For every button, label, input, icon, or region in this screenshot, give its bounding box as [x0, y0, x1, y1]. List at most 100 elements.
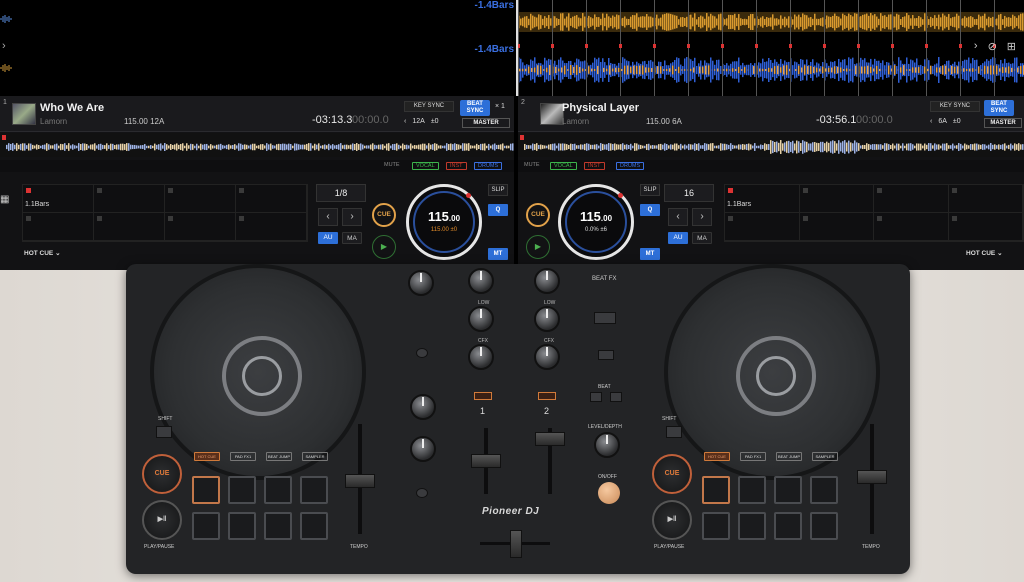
pad-mode-sampler-right[interactable]: SAMPLER	[812, 452, 838, 461]
channel-1-fader[interactable]	[471, 454, 501, 468]
jog-wheel-display[interactable]: 115.00 0.0% ±6	[558, 184, 634, 260]
pad-mode-select[interactable]: HOT CUE ⌄	[24, 249, 61, 257]
grid-layout-icon[interactable]: ▦	[0, 194, 9, 205]
perf-pad-left-1[interactable]	[192, 476, 220, 504]
quantize-button[interactable]: Q	[488, 204, 508, 216]
shift-button-left[interactable]	[156, 426, 172, 438]
stem-drums-button[interactable]: DRUMS	[474, 162, 503, 170]
perf-pad-left-5[interactable]	[192, 512, 220, 540]
fx-channel-select[interactable]	[594, 312, 616, 324]
link-icon[interactable]: ⊘	[988, 40, 997, 53]
master-level-knob[interactable]	[410, 394, 436, 420]
pad-mode-select[interactable]: HOT CUE ⌄	[966, 249, 1003, 257]
beat-sync-button[interactable]: BEAT SYNC	[984, 100, 1014, 116]
perf-pad-right-1[interactable]	[702, 476, 730, 504]
hot-cue-pad-e[interactable]	[23, 213, 94, 241]
browse-button[interactable]	[416, 348, 428, 358]
cfx-knob-2[interactable]	[534, 344, 560, 370]
master-tempo-button[interactable]: MT	[488, 248, 508, 260]
hot-cue-pad-d[interactable]	[948, 185, 1023, 213]
manual-button[interactable]: MA	[692, 232, 712, 244]
cue-button-right[interactable]: CUE	[652, 454, 692, 494]
deck2-zoom-waveform[interactable]: › ⊘ ⊞	[516, 0, 1024, 96]
slip-button[interactable]: SLIP	[488, 184, 508, 196]
pad-mode-hot-cue-right[interactable]: HOT CUE	[704, 452, 730, 461]
beat-jump-back-button[interactable]: ‹	[318, 208, 338, 226]
fx-select-button[interactable]	[598, 350, 614, 360]
pad-mode-pad-fx-left[interactable]: PAD FX1	[230, 452, 256, 461]
play-pause-button-left[interactable]: ▶‖	[142, 500, 182, 540]
hot-cue-pad-e[interactable]	[725, 213, 800, 241]
jog-wheel-display[interactable]: 115.00 115.00 ±0	[406, 184, 482, 260]
crossfader[interactable]	[510, 530, 522, 558]
pad-mode-hot-cue-left[interactable]: HOT CUE	[194, 452, 220, 461]
hot-cue-pad-g[interactable]	[874, 213, 949, 241]
beat-jump-size[interactable]: 16	[664, 184, 714, 202]
remaining-time[interactable]: -03:13.3	[312, 114, 352, 126]
cue-button[interactable]: CUE	[526, 203, 550, 227]
perf-pad-left-4[interactable]	[300, 476, 328, 504]
master-cue-button[interactable]	[416, 488, 428, 498]
perf-pad-left-6[interactable]	[228, 512, 256, 540]
master-button[interactable]: MASTER	[462, 118, 510, 128]
headphone-cue-1[interactable]	[474, 392, 492, 400]
key-down-icon[interactable]: ‹	[930, 118, 932, 125]
deck1-overview-waveform[interactable]	[0, 133, 514, 157]
stem-inst-button[interactable]: INST	[584, 162, 605, 170]
play-pause-button-right[interactable]: ▶‖	[652, 500, 692, 540]
high-knob-1[interactable]	[468, 268, 494, 294]
stem-vocal-button[interactable]: VOCAL	[412, 162, 439, 170]
low-knob-2[interactable]	[534, 306, 560, 332]
headphone-level-knob[interactable]	[410, 436, 436, 462]
key-sync-button[interactable]: KEY SYNC	[930, 101, 980, 112]
right-jog-platter[interactable]	[664, 264, 880, 480]
stem-inst-button[interactable]: INST	[446, 162, 467, 170]
play-button[interactable]: ▶	[526, 235, 550, 259]
pad-mode-pad-fx-right[interactable]: PAD FX1	[740, 452, 766, 461]
chevron-right-icon[interactable]: ›	[974, 40, 978, 53]
hot-cue-pad-g[interactable]	[165, 213, 236, 241]
quantize-button[interactable]: Q	[640, 204, 660, 216]
hot-cue-pad-a[interactable]: 1.1Bars	[23, 185, 94, 213]
trim-knob-1[interactable]	[408, 270, 434, 296]
master-tempo-button[interactable]: MT	[640, 248, 660, 260]
hot-cue-pad-h[interactable]	[236, 213, 307, 241]
perf-pad-right-4[interactable]	[810, 476, 838, 504]
shift-button-right[interactable]	[666, 426, 682, 438]
auto-button[interactable]: AU	[668, 232, 688, 244]
hot-cue-pad-f[interactable]	[799, 213, 874, 241]
perf-pad-right-8[interactable]	[810, 512, 838, 540]
remaining-time[interactable]: -03:56.1	[816, 114, 856, 126]
slip-button[interactable]: SLIP	[640, 184, 660, 196]
chevron-right-icon[interactable]: ›	[2, 40, 6, 52]
perf-pad-left-7[interactable]	[264, 512, 292, 540]
beat-sync-button[interactable]: BEAT SYNC	[460, 100, 490, 116]
channel-2-fader[interactable]	[535, 432, 565, 446]
level-depth-knob[interactable]	[594, 432, 620, 458]
hot-cue-pad-c[interactable]	[874, 185, 949, 213]
perf-pad-left-8[interactable]	[300, 512, 328, 540]
tempo-slider-right[interactable]	[857, 470, 887, 484]
hot-cue-pad-a[interactable]: 1.1Bars	[725, 185, 800, 213]
auto-button[interactable]: AU	[318, 232, 338, 244]
manual-button[interactable]: MA	[342, 232, 362, 244]
deck2-overview-waveform[interactable]	[518, 133, 1024, 157]
master-button[interactable]: MASTER	[984, 118, 1022, 128]
high-knob-2[interactable]	[534, 268, 560, 294]
cue-button[interactable]: CUE	[372, 203, 396, 227]
key-down-icon[interactable]: ‹	[404, 118, 406, 125]
beat-left-button[interactable]	[590, 392, 602, 402]
perf-pad-right-6[interactable]	[738, 512, 766, 540]
beat-jump-size[interactable]: 1/8	[316, 184, 366, 202]
deck1-zoom-waveform[interactable]: ›	[0, 0, 516, 96]
beat-jump-forward-button[interactable]: ›	[342, 208, 362, 226]
hot-cue-pad-h[interactable]	[948, 213, 1023, 241]
left-jog-platter[interactable]	[150, 264, 366, 480]
cue-button-left[interactable]: CUE	[142, 454, 182, 494]
pad-mode-sampler-left[interactable]: SAMPLER	[302, 452, 328, 461]
pad-mode-beat-jump-right[interactable]: BEAT JUMP	[776, 452, 802, 461]
cfx-knob-1[interactable]	[468, 344, 494, 370]
stem-vocal-button[interactable]: VOCAL	[550, 162, 577, 170]
hot-cue-pad-b[interactable]	[94, 185, 165, 213]
perf-pad-right-7[interactable]	[774, 512, 802, 540]
